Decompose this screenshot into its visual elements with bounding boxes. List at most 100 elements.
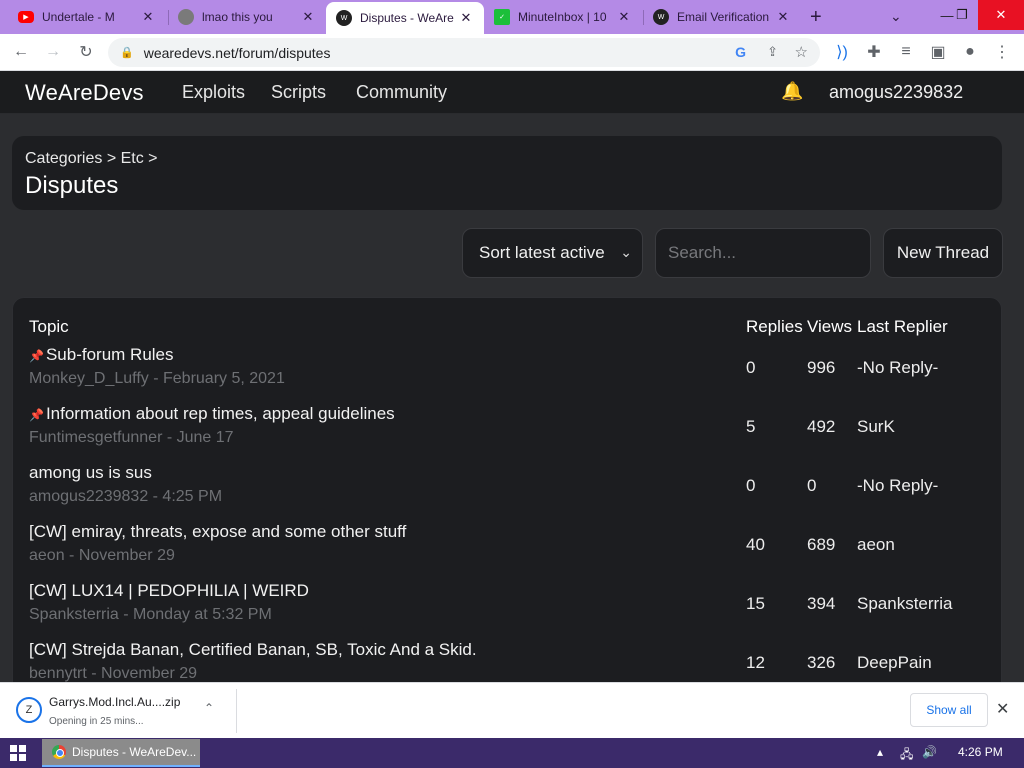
share-icon[interactable]: ⇪: [767, 44, 778, 60]
volume-icon[interactable]: 🔊: [922, 745, 937, 759]
close-tab-icon[interactable]: ✕: [458, 10, 474, 26]
header-replies: Replies: [746, 317, 803, 336]
tab-title: Email Verification: [677, 10, 770, 24]
view-count: 492: [807, 417, 836, 436]
close-tab-icon[interactable]: ✕: [300, 9, 316, 25]
check-icon: ✓: [494, 9, 510, 25]
chevron-up-icon[interactable]: ⌃: [204, 701, 214, 715]
tab-minuteinbox[interactable]: ✓ MinuteInbox | 10 ✕: [484, 0, 642, 34]
forum-content: Categories > Etc > Disputes Sort latest …: [0, 114, 1024, 682]
globe-icon: [178, 9, 194, 25]
thread-title[interactable]: [CW] Strejda Banan, Certified Banan, SB,…: [29, 640, 477, 660]
download-filename[interactable]: Garrys.Mod.Incl.Au....zip: [49, 695, 180, 709]
tab-title: MinuteInbox | 10: [518, 10, 607, 24]
view-count: 0: [807, 476, 817, 495]
bookmark-star-icon[interactable]: ☆: [795, 43, 808, 61]
extensions-puzzle-icon[interactable]: ✚: [861, 39, 887, 65]
pin-icon: 📌: [29, 408, 44, 422]
last-replier[interactable]: DeepPain: [857, 653, 932, 673]
browser-toolbar: ← → ↻ 🔒 wearedevs.net/forum/disputes G ⇪…: [0, 34, 1024, 71]
side-panel-icon[interactable]: ▣: [925, 39, 951, 65]
breadcrumb-card: Categories > Etc > Disputes: [12, 136, 1002, 210]
table-row[interactable]: among us is sus amogus2239832 - 4:25 PM …: [13, 463, 1003, 522]
thread-meta: amogus2239832 - 4:25 PM: [29, 488, 223, 505]
sort-select[interactable]: Sort latest active ⌄: [462, 228, 643, 278]
close-tab-icon[interactable]: ✕: [140, 9, 156, 25]
reply-count: 12: [746, 653, 765, 672]
thread-title[interactable]: 📌 Sub-forum Rules: [29, 345, 174, 365]
last-replier[interactable]: -No Reply-: [857, 358, 938, 378]
last-replier[interactable]: Spanksterria: [857, 594, 952, 614]
view-count: 689: [807, 535, 836, 554]
tab-undertale[interactable]: ▶ Undertale - M ✕: [8, 0, 166, 34]
last-replier[interactable]: aeon: [857, 535, 895, 555]
network-icon[interactable]: 🖧: [900, 745, 913, 766]
tab-search-icon[interactable]: ⌄: [890, 8, 902, 25]
menu-kebab-icon[interactable]: ⋮: [989, 39, 1015, 65]
browser-tab-strip: ▶ Undertale - M ✕ lmao this you ✕ W Disp…: [0, 0, 1024, 34]
nav-community[interactable]: Community: [356, 82, 447, 103]
reload-icon[interactable]: ↻: [73, 39, 99, 65]
back-icon[interactable]: ←: [8, 39, 34, 65]
new-thread-button[interactable]: New Thread: [883, 228, 1003, 278]
media-control-icon[interactable]: ≡: [893, 39, 919, 65]
last-replier[interactable]: -No Reply-: [857, 476, 938, 496]
tab-title: Disputes - WeAre: [360, 11, 454, 25]
new-tab-icon[interactable]: +: [810, 6, 822, 29]
table-row[interactable]: [CW] Strejda Banan, Certified Banan, SB,…: [13, 640, 1003, 682]
extension-audio-icon[interactable]: ⟩): [829, 39, 855, 65]
header-last-replier: Last Replier: [857, 317, 948, 336]
address-bar[interactable]: 🔒 wearedevs.net/forum/disputes G ⇪ ☆: [108, 38, 820, 67]
thread-title[interactable]: [CW] emiray, threats, expose and some ot…: [29, 522, 406, 542]
thread-meta: Funtimesgetfunner - June 17: [29, 429, 234, 446]
reply-count: 5: [746, 417, 756, 436]
thread-title-text: Sub-forum Rules: [45, 345, 174, 364]
last-replier[interactable]: SurK: [857, 417, 895, 437]
close-icon[interactable]: ✕: [996, 699, 1009, 719]
nav-scripts[interactable]: Scripts: [271, 82, 326, 103]
site-logo[interactable]: WeAreDevs: [25, 80, 144, 106]
downloads-bar: Z Garrys.Mod.Incl.Au....zip Opening in 2…: [0, 682, 1024, 738]
header-topic: Topic: [29, 317, 69, 336]
view-count: 996: [807, 358, 836, 377]
tab-disputes[interactable]: W Disputes - WeAre ✕: [326, 2, 484, 34]
restore-icon[interactable]: ❐: [950, 0, 974, 30]
profile-icon[interactable]: ●: [957, 39, 983, 65]
tray-chevron-icon[interactable]: ▴: [877, 745, 883, 759]
search-input[interactable]: Search...: [655, 228, 871, 278]
tab-email-verification[interactable]: W Email Verification ✕: [643, 0, 801, 34]
reply-count: 0: [746, 476, 756, 495]
windows-start-icon[interactable]: [10, 745, 26, 761]
table-row[interactable]: 📌 Sub-forum Rules Monkey_D_Luffy - Februa…: [13, 345, 1003, 404]
nav-exploits[interactable]: Exploits: [182, 82, 245, 103]
tab-lmao[interactable]: lmao this you ✕: [168, 0, 326, 34]
taskbar-chrome-item[interactable]: Disputes - WeAreDev...: [42, 739, 200, 767]
forward-icon[interactable]: →: [40, 39, 66, 65]
reply-count: 0: [746, 358, 756, 377]
table-row[interactable]: [CW] LUX14 | PEDOPHILIA | WEIRD Spankste…: [13, 581, 1003, 640]
chevron-down-icon: ⌄: [620, 244, 632, 260]
show-all-button[interactable]: Show all: [910, 693, 988, 727]
thread-title[interactable]: among us is sus: [29, 463, 152, 483]
wad-icon: W: [653, 9, 669, 25]
close-tab-icon[interactable]: ✕: [775, 9, 791, 25]
user-menu[interactable]: amogus2239832: [829, 82, 963, 103]
thread-title[interactable]: 📌 Information about rep times, appeal gui…: [29, 404, 395, 424]
table-row[interactable]: 📌 Information about rep times, appeal gui…: [13, 404, 1003, 463]
close-tab-icon[interactable]: ✕: [616, 9, 632, 25]
breadcrumb[interactable]: Categories > Etc >: [25, 150, 158, 168]
thread-title[interactable]: [CW] LUX14 | PEDOPHILIA | WEIRD: [29, 581, 309, 601]
wad-icon: W: [336, 10, 352, 26]
window-close-icon[interactable]: ✕: [978, 0, 1024, 30]
thread-meta: Monkey_D_Luffy - February 5, 2021: [29, 370, 285, 387]
taskbar-item-label: Disputes - WeAreDev...: [72, 745, 197, 759]
divider: [236, 689, 237, 733]
tab-title: lmao this you: [202, 10, 273, 24]
chrome-icon: [52, 745, 66, 759]
reply-count: 40: [746, 535, 765, 554]
clock[interactable]: 4:26 PM: [958, 745, 1003, 759]
table-row[interactable]: [CW] emiray, threats, expose and some ot…: [13, 522, 1003, 581]
download-status: Opening in 25 mins...: [49, 716, 144, 727]
google-icon[interactable]: G: [735, 44, 746, 60]
notification-bell-icon[interactable]: 🔔: [781, 81, 803, 102]
